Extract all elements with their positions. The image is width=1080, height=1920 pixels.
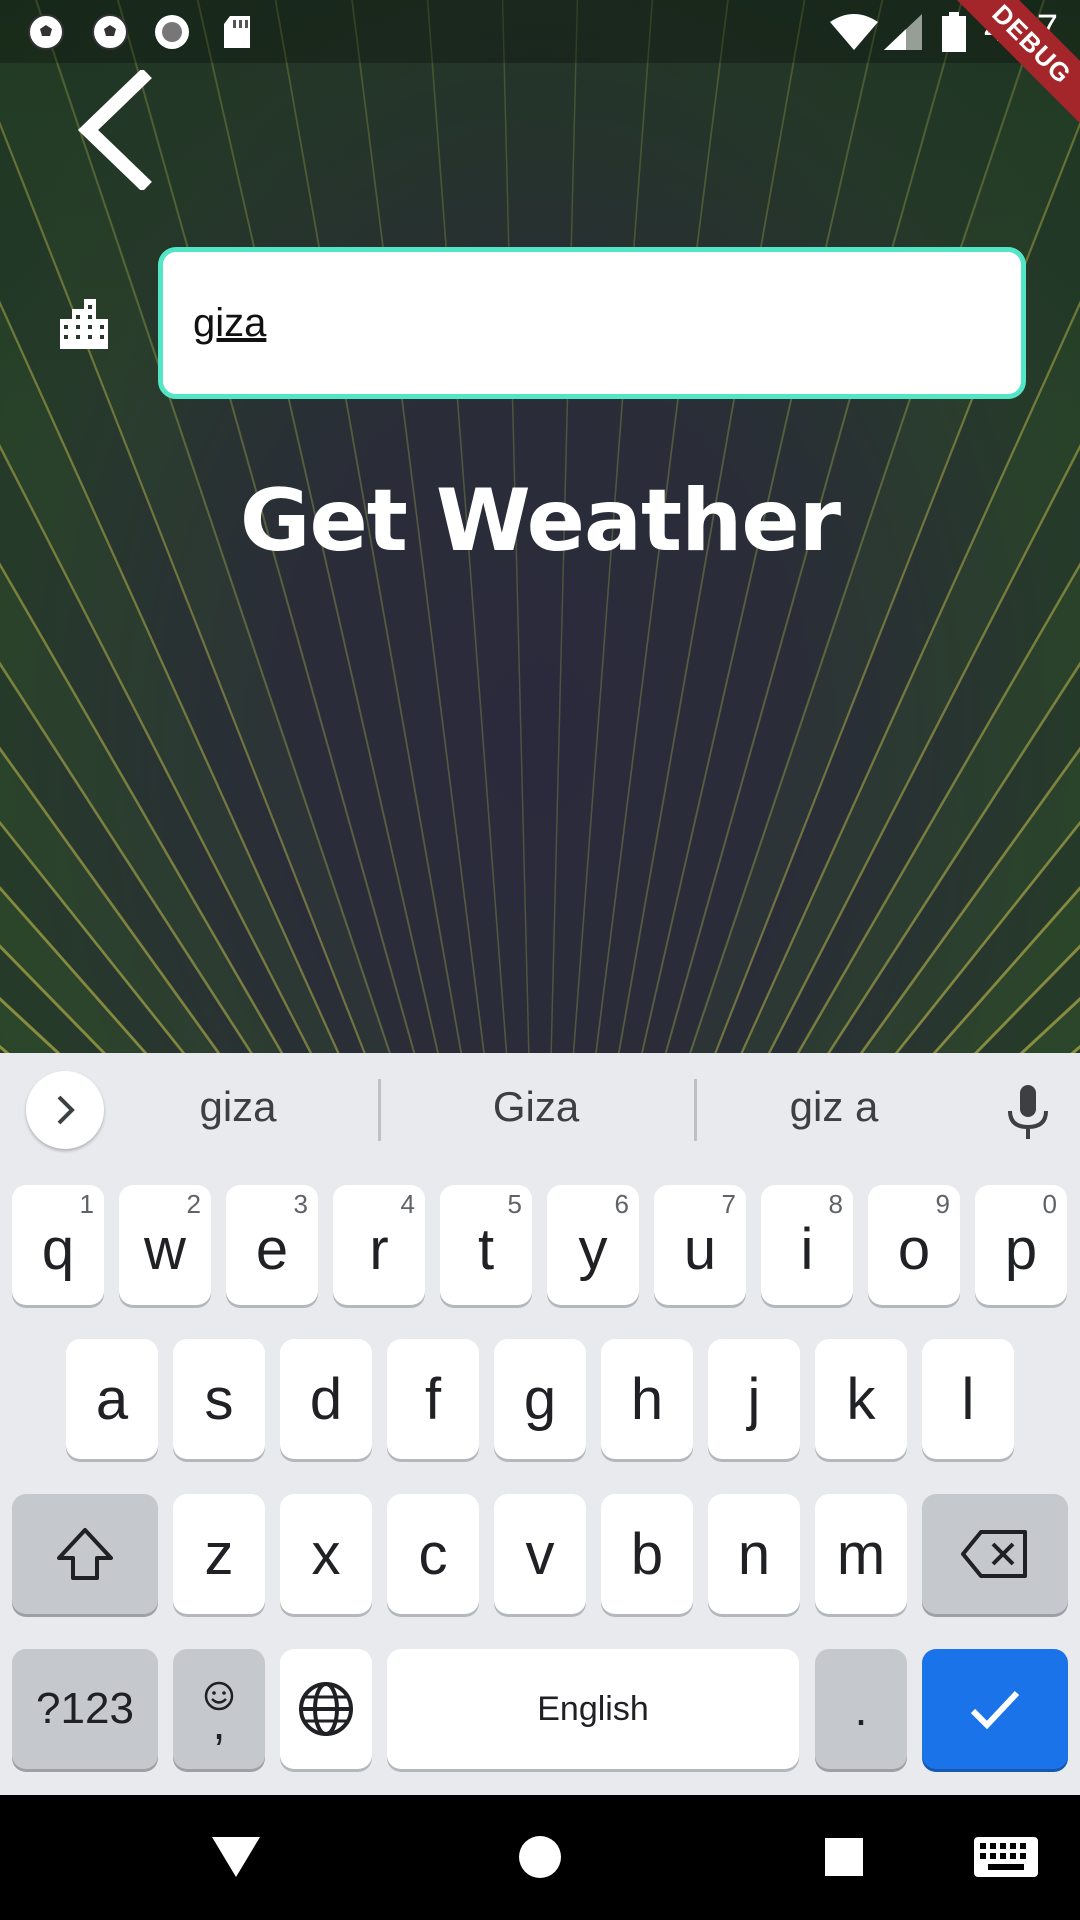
back-button[interactable]: [74, 68, 164, 192]
key-v[interactable]: v: [494, 1494, 586, 1614]
emoji-comma-key[interactable]: ,: [173, 1649, 265, 1769]
city-input-container[interactable]: [158, 247, 1026, 399]
suggestion-2[interactable]: Giza: [386, 1083, 686, 1131]
key-r[interactable]: 4 r: [333, 1185, 425, 1305]
key-p[interactable]: 0 p: [975, 1185, 1067, 1305]
key-h[interactable]: h: [601, 1339, 693, 1459]
key-m[interactable]: m: [815, 1494, 907, 1614]
sd-card-icon: [224, 16, 250, 48]
comma-label: ,: [212, 1697, 226, 1749]
key-y[interactable]: 6 y: [547, 1185, 639, 1305]
checkmark-icon: [970, 1690, 1020, 1730]
suggestion-1[interactable]: giza: [88, 1083, 388, 1131]
navigation-bar: [0, 1795, 1080, 1920]
city-buildings-icon: [56, 295, 112, 351]
suggestion-3[interactable]: giz a: [684, 1083, 984, 1131]
key-d[interactable]: d: [280, 1339, 372, 1459]
key-k[interactable]: k: [815, 1339, 907, 1459]
soccer-ball-icon: [28, 14, 64, 50]
key-s[interactable]: s: [173, 1339, 265, 1459]
language-key[interactable]: [280, 1649, 372, 1769]
key-n[interactable]: n: [708, 1494, 800, 1614]
wifi-icon: [830, 14, 878, 50]
key-o[interactable]: 9 o: [868, 1185, 960, 1305]
space-key[interactable]: English: [387, 1649, 799, 1769]
status-bar: 4:27 DEBUG: [0, 0, 1080, 138]
key-q[interactable]: 1 q: [12, 1185, 104, 1305]
battery-icon: [942, 12, 966, 52]
app-background: Get Weather: [0, 0, 1080, 1053]
suggestion-divider: [378, 1079, 381, 1141]
key-g[interactable]: g: [494, 1339, 586, 1459]
key-t[interactable]: 5 t: [440, 1185, 532, 1305]
chevron-left-icon: [77, 68, 152, 192]
key-u[interactable]: 7 u: [654, 1185, 746, 1305]
recents-square-icon[interactable]: [812, 1825, 876, 1889]
key-i[interactable]: 8 i: [761, 1185, 853, 1305]
soft-keyboard: giza Giza giz a 1 q 2 w 3 e 4 r 5 t 6 y …: [0, 1053, 1080, 1795]
key-l[interactable]: l: [922, 1339, 1014, 1459]
backspace-key[interactable]: [922, 1494, 1068, 1614]
key-f[interactable]: f: [387, 1339, 479, 1459]
symbols-key[interactable]: ?123: [12, 1649, 158, 1769]
get-weather-button[interactable]: Get Weather: [0, 470, 1080, 572]
key-a[interactable]: a: [66, 1339, 158, 1459]
keyboard-icon[interactable]: [968, 1825, 1044, 1889]
backspace-icon: [961, 1530, 1027, 1578]
key-c[interactable]: c: [387, 1494, 479, 1614]
globe-icon: [299, 1682, 353, 1736]
city-input[interactable]: [193, 252, 993, 394]
key-b[interactable]: b: [601, 1494, 693, 1614]
key-x[interactable]: x: [280, 1494, 372, 1614]
period-key[interactable]: .: [815, 1649, 907, 1769]
key-z[interactable]: z: [173, 1494, 265, 1614]
back-triangle-icon[interactable]: [204, 1825, 268, 1889]
home-circle-icon[interactable]: [508, 1825, 572, 1889]
enter-key[interactable]: [922, 1649, 1068, 1769]
soccer-ball-icon: [92, 14, 128, 50]
signal-icon: [884, 14, 922, 50]
microphone-icon[interactable]: [1000, 1083, 1056, 1143]
key-w[interactable]: 2 w: [119, 1185, 211, 1305]
shift-arrow-icon: [57, 1528, 113, 1580]
shift-key[interactable]: [12, 1494, 158, 1614]
record-icon: [155, 15, 189, 49]
key-e[interactable]: 3 e: [226, 1185, 318, 1305]
key-j[interactable]: j: [708, 1339, 800, 1459]
